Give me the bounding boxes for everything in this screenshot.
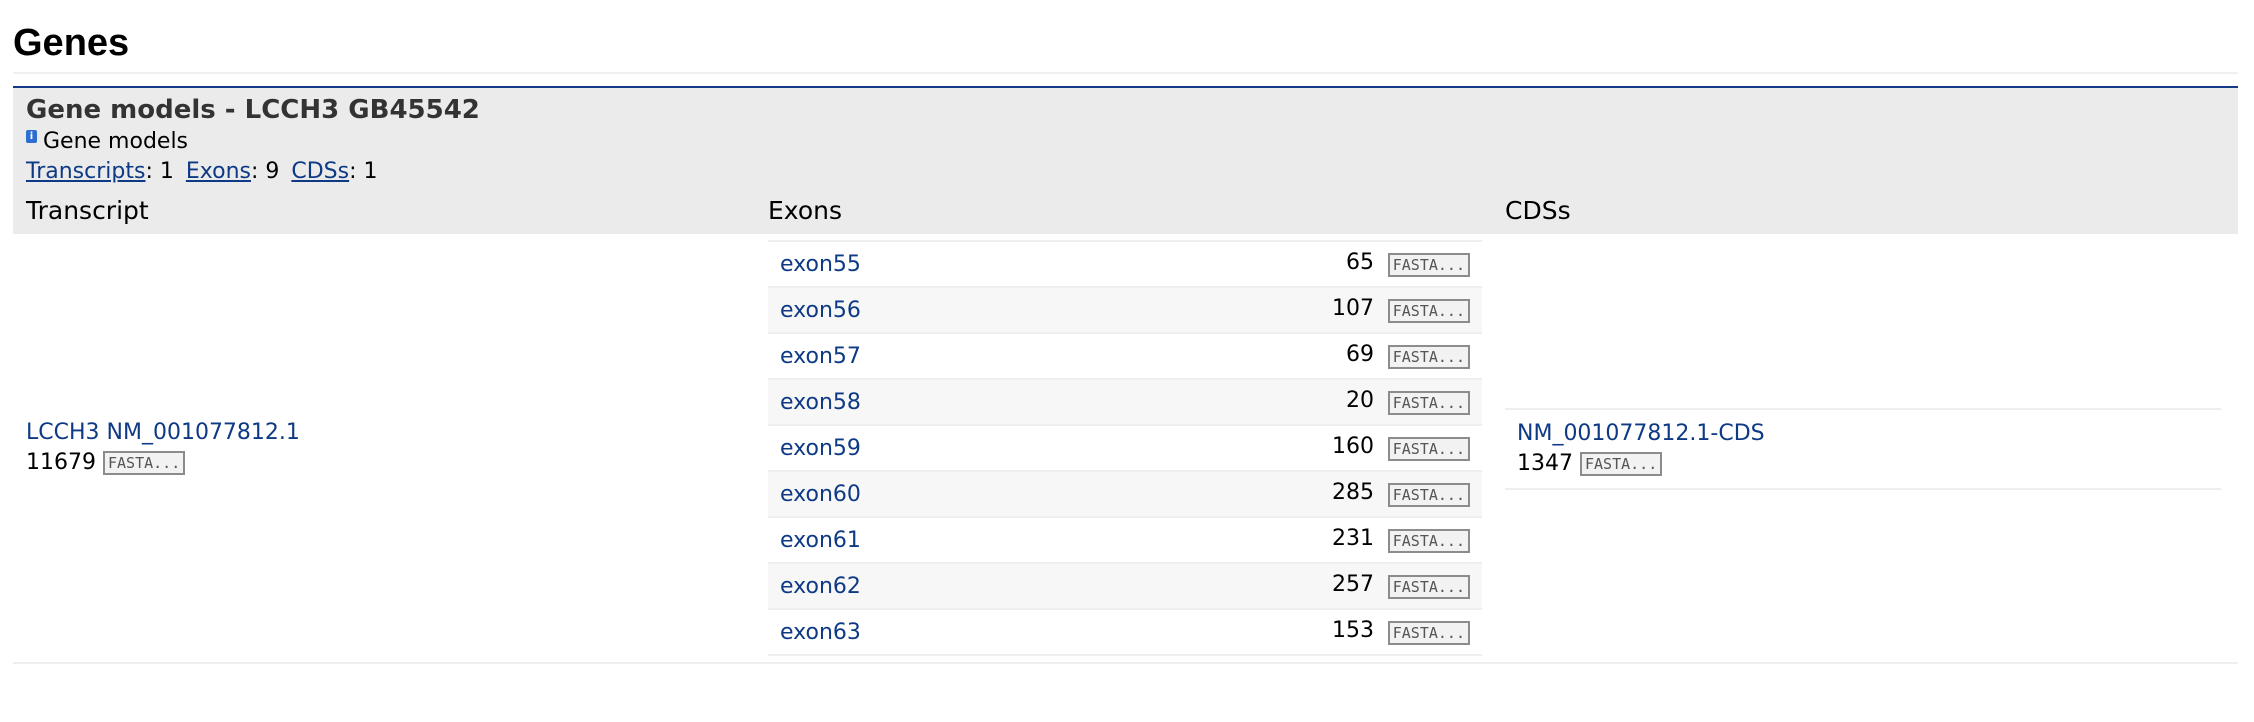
column-header-cdss: CDSs: [1505, 196, 1571, 225]
exon-fasta-button[interactable]: FASTA...: [1387, 437, 1470, 461]
exon-row: exon62 257 FASTA...: [768, 564, 1482, 610]
exon-link[interactable]: exon59: [780, 435, 861, 463]
gene-model-counts: Transcripts: 1 Exons: 9 CDSs: 1: [26, 158, 378, 186]
transcript-link[interactable]: LCCH3 NM_001077812.1: [26, 420, 300, 445]
cds-cell: NM_001077812.1-CDS 1347 FASTA...: [1505, 408, 2221, 490]
exon-fasta-button[interactable]: FASTA...: [1387, 483, 1470, 507]
exons-link[interactable]: Exons: [186, 159, 251, 184]
exon-length: 231: [1332, 526, 1374, 551]
exon-row: exon56 107 FASTA...: [768, 288, 1482, 334]
cds-length: 1347: [1517, 451, 1573, 476]
gene-models-title: Gene models - LCCH3 GB45542: [26, 95, 480, 125]
exon-link[interactable]: exon60: [780, 481, 861, 509]
exon-length: 20: [1346, 388, 1374, 413]
gene-models-panel: Gene models - LCCH3 GB45542 i Gene models…: [13, 86, 2238, 234]
cds-length-row: 1347 FASTA...: [1517, 450, 1663, 478]
exon-link[interactable]: exon62: [780, 573, 861, 601]
transcripts-count: 1: [159, 159, 174, 184]
cdss-count: 1: [363, 159, 378, 184]
exon-fasta-button[interactable]: FASTA...: [1387, 621, 1470, 645]
exon-length: 107: [1332, 296, 1374, 321]
exon-row: exon55 65 FASTA...: [768, 242, 1482, 288]
transcript-length: 11679: [26, 450, 96, 475]
exon-link[interactable]: exon61: [780, 527, 861, 555]
exon-link[interactable]: exon57: [780, 343, 861, 371]
exon-row: exon63 153 FASTA...: [768, 610, 1482, 656]
exon-length: 285: [1332, 480, 1374, 505]
exon-row: exon58 20 FASTA...: [768, 380, 1482, 426]
column-header-transcript: Transcript: [26, 196, 149, 225]
exon-length: 153: [1332, 618, 1374, 643]
cds-fasta-button[interactable]: FASTA...: [1580, 452, 1663, 476]
exon-link[interactable]: exon56: [780, 297, 861, 325]
exon-link[interactable]: exon58: [780, 389, 861, 417]
column-header-exons: Exons: [768, 196, 842, 225]
transcript-cell: LCCH3 NM_001077812.1 11679 FASTA...: [26, 418, 300, 478]
exon-row: exon61 231 FASTA...: [768, 518, 1482, 564]
transcripts-link[interactable]: Transcripts: [26, 159, 145, 184]
title-divider: [13, 72, 2238, 74]
exon-length: 65: [1346, 250, 1374, 275]
exon-fasta-button[interactable]: FASTA...: [1387, 391, 1470, 415]
colon: :: [250, 159, 266, 184]
exon-fasta-button[interactable]: FASTA...: [1387, 529, 1470, 553]
exon-fasta-button[interactable]: FASTA...: [1387, 345, 1470, 369]
exon-row: exon57 69 FASTA...: [768, 334, 1482, 380]
bottom-divider: [13, 662, 2238, 664]
info-icon[interactable]: i: [26, 130, 37, 143]
exon-length: 69: [1346, 342, 1374, 367]
cds-link[interactable]: NM_001077812.1-CDS: [1517, 420, 1765, 448]
exon-fasta-button[interactable]: FASTA...: [1387, 253, 1470, 277]
exon-length: 257: [1332, 572, 1374, 597]
exons-count: 9: [265, 159, 280, 184]
exon-list: exon55 65 FASTA... exon56 107 FASTA... exon57 6…: [768, 240, 1482, 656]
colon: :: [349, 159, 364, 184]
exon-link[interactable]: exon55: [780, 251, 861, 279]
page-title: Genes: [13, 22, 130, 64]
cdss-link[interactable]: CDSs: [291, 159, 349, 184]
gene-models-subtitle-text: Gene models: [43, 129, 189, 154]
exon-row: exon60 285 FASTA...: [768, 472, 1482, 518]
exon-fasta-button[interactable]: FASTA...: [1387, 299, 1470, 323]
colon: :: [145, 159, 160, 184]
exon-row: exon59 160 FASTA...: [768, 426, 1482, 472]
gene-models-subtitle: i Gene models: [26, 128, 188, 156]
exon-length: 160: [1332, 434, 1374, 459]
exon-link[interactable]: exon63: [780, 619, 861, 647]
transcript-fasta-button[interactable]: FASTA...: [103, 451, 186, 475]
exon-fasta-button[interactable]: FASTA...: [1387, 575, 1470, 599]
